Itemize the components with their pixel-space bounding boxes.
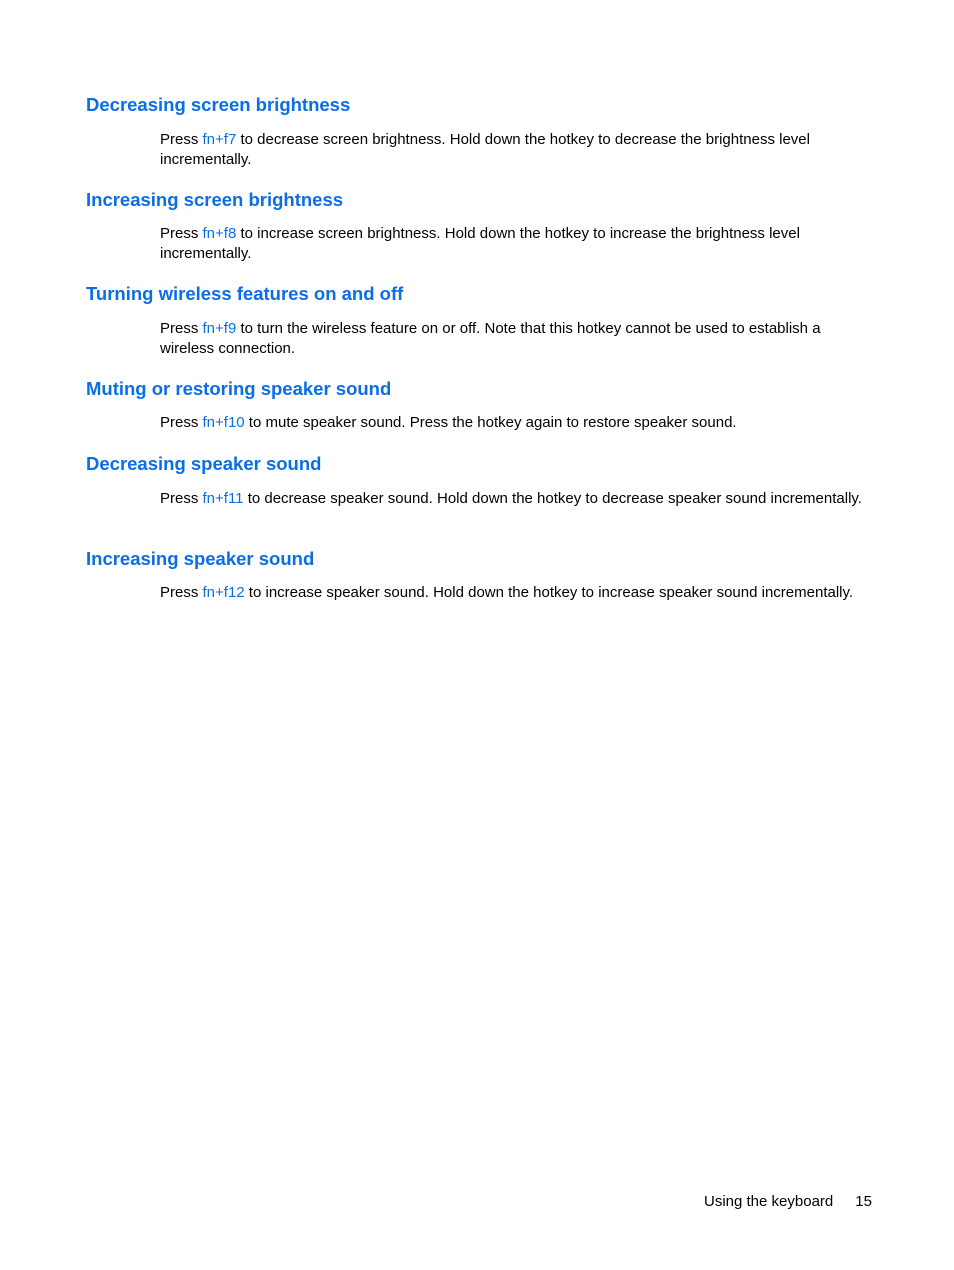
page-number: 15 <box>855 1193 872 1210</box>
hotkey-link[interactable]: fn+f9 <box>203 320 237 337</box>
section-heading: Increasing screen brightness <box>86 189 344 210</box>
section-body: Press fn+f11 to decrease speaker sound. … <box>160 490 862 507</box>
section-heading: Decreasing screen brightness <box>86 94 351 115</box>
hotkey-link[interactable]: fn+f12 <box>203 584 245 601</box>
footer-chapter-title: Using the keyboard <box>704 1193 834 1210</box>
hotkey-link[interactable]: fn+f7 <box>203 131 237 148</box>
section-body: Press fn+f12 to increase speaker sound. … <box>160 584 854 601</box>
hotkey-link[interactable]: fn+f10 <box>203 414 245 431</box>
section-body: Press fn+f9 to turn the wireless feature… <box>160 320 821 357</box>
section-body: Press fn+f8 to increase screen brightnes… <box>160 225 800 262</box>
section-heading: Turning wireless features on and off <box>86 283 404 304</box>
section-body: Press fn+f7 to decrease screen brightnes… <box>160 131 810 168</box>
section-heading: Muting or restoring speaker sound <box>86 378 392 399</box>
section-heading: Decreasing speaker sound <box>86 453 322 474</box>
section-body: Press fn+f10 to mute speaker sound. Pres… <box>160 414 737 431</box>
page-footer: Using the keyboard 15 <box>704 1193 872 1210</box>
section-heading: Increasing speaker sound <box>86 548 315 569</box>
hotkey-link[interactable]: fn+f8 <box>203 225 237 242</box>
hotkey-link[interactable]: fn+f11 <box>203 490 244 507</box>
